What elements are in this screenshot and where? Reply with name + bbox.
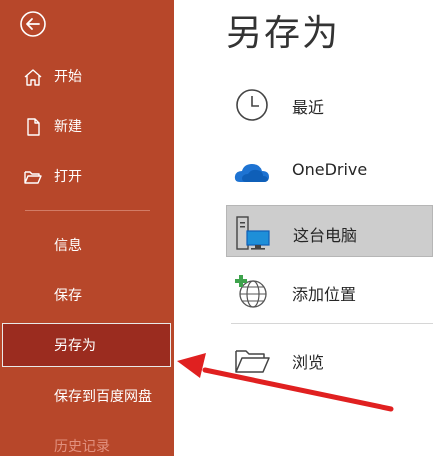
sidebar-item-label: 另存为 [54, 338, 96, 354]
location-recent[interactable]: 最近 [226, 78, 433, 130]
cloud-icon [232, 152, 272, 190]
sidebar-item-label: 打开 [54, 169, 82, 185]
sidebar-item-label: 保存到百度网盘 [54, 389, 152, 405]
location-label: 浏览 [292, 353, 325, 372]
sidebar-item-save-to-baidu[interactable]: 保存到百度网盘 [0, 377, 174, 415]
back-arrow-icon[interactable] [19, 10, 47, 38]
sidebar-item-label: 新建 [54, 119, 82, 135]
location-this-pc[interactable]: 这台电脑 [226, 205, 433, 257]
sidebar-item-open[interactable]: 打开 [0, 157, 174, 195]
sidebar-item-new[interactable]: 新建 [0, 107, 174, 145]
location-divider [231, 323, 433, 324]
location-add-place[interactable]: 添加位置 [226, 265, 433, 317]
sidebar-divider [25, 210, 150, 211]
location-label: 最近 [292, 98, 325, 117]
computer-icon [233, 214, 273, 252]
location-label: 这台电脑 [293, 226, 358, 245]
sidebar-item-label: 保存 [54, 288, 82, 304]
location-onedrive[interactable]: OneDrive [226, 144, 433, 196]
open-folder-icon [22, 166, 44, 188]
new-document-icon [22, 116, 44, 138]
sidebar-item-history[interactable]: 历史记录 [0, 427, 174, 465]
backstage-sidebar: 开始 新建 打开 信息 保存 另存为 保存到百度网盘 历史记录 [0, 0, 174, 456]
sidebar-item-start[interactable]: 开始 [0, 57, 174, 95]
folder-icon [232, 341, 272, 379]
add-location-globe-icon [232, 273, 272, 311]
location-browse[interactable]: 浏览 [226, 333, 433, 385]
sidebar-item-label: 开始 [54, 69, 82, 85]
sidebar-item-label: 历史记录 [54, 439, 110, 455]
clock-icon [232, 86, 272, 124]
save-as-panel: 另存为 最近 OneDrive 这台电脑 添加位置 浏览 [174, 0, 433, 456]
page-title: 另存为 [226, 13, 341, 54]
location-label: OneDrive [292, 160, 368, 179]
sidebar-item-save-as[interactable]: 另存为 [2, 323, 171, 367]
sidebar-item-info[interactable]: 信息 [0, 226, 174, 264]
location-label: 添加位置 [292, 285, 357, 304]
sidebar-item-label: 信息 [54, 238, 82, 254]
sidebar-item-save[interactable]: 保存 [0, 276, 174, 314]
home-icon [22, 66, 44, 88]
